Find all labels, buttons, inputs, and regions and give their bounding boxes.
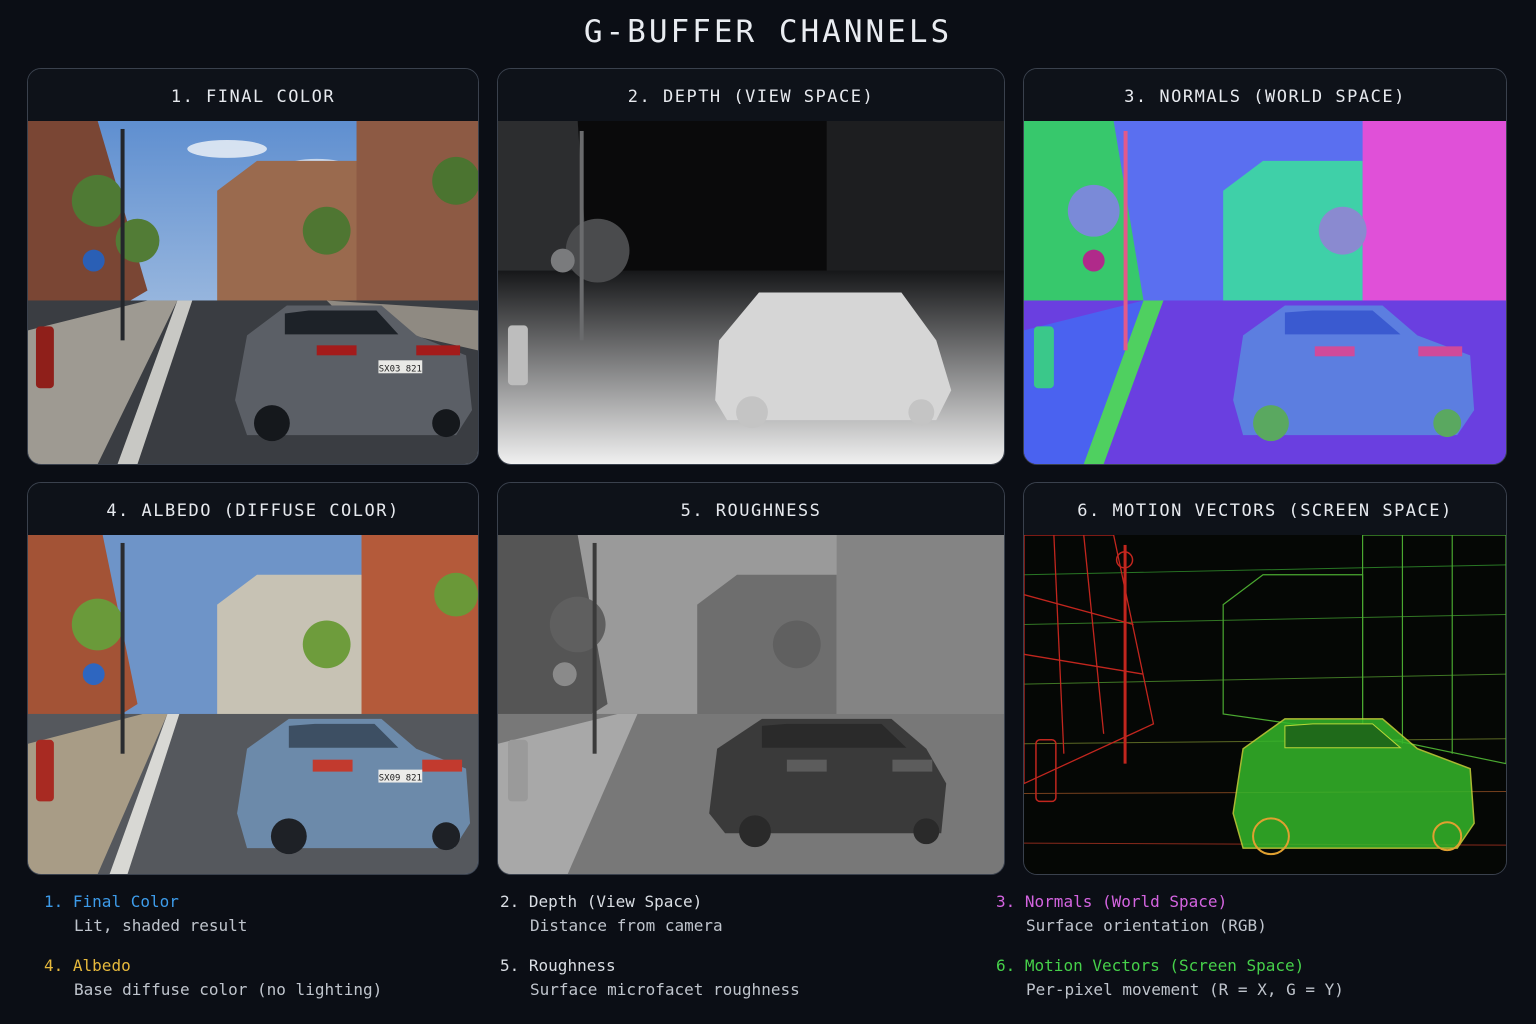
page-title: G-BUFFER CHANNELS [583,14,953,50]
final-color-plate: SX03 821 [379,364,422,374]
panel-depth: 2. DEPTH (VIEW SPACE) [497,68,1005,465]
panel-motion-vectors: 6. MOTION VECTORS (SCREEN SPACE) [1023,482,1507,875]
final-color-render: SX03 821 [28,121,478,464]
legend-name: Normals (World Space) [1024,892,1228,911]
legend-item-depth: 2. Depth (View Space) Distance from came… [500,890,723,938]
albedo-render: SX09 821 [28,535,478,874]
legend-number: 3. [996,892,1016,911]
albedo-plate: SX09 821 [379,774,422,784]
panel-header-roughness: 5. ROUGHNESS [498,483,1004,536]
legend-desc: Distance from camera [530,916,723,935]
panel-final-color: 1. FINAL COLOR SX03 821 [27,68,479,465]
legend-number: 2. [500,892,520,911]
legend-item-final-color: 1. Final Color Lit, shaded result [44,890,247,938]
panel-header-final-color: 1. FINAL COLOR [28,69,478,122]
panel-albedo: 4. ALBEDO (DIFFUSE COLOR) SX09 821 [27,482,479,875]
legend-name: Final Color [72,892,179,911]
legend-desc: Lit, shaded result [74,916,248,935]
legend-item-roughness: 5. Roughness Surface microfacet roughnes… [500,954,800,1002]
normals-render [1024,121,1506,464]
legend-title-motion-vectors: 6. Motion Vectors (Screen Space) [996,954,1344,978]
legend-desc: Surface orientation (RGB) [1026,916,1267,935]
legend-number: 4. [44,956,64,975]
panel-normals: 3. NORMALS (WORLD SPACE) [1023,68,1507,465]
legend-name: Motion Vectors (Screen Space) [1024,956,1305,975]
panel-header-motion-vectors: 6. MOTION VECTORS (SCREEN SPACE) [1024,483,1506,536]
panel-header-depth: 2. DEPTH (VIEW SPACE) [498,69,1004,122]
motion-vectors-render [1024,535,1506,874]
legend-title-depth: 2. Depth (View Space) [500,890,723,914]
panel-header-albedo: 4. ALBEDO (DIFFUSE COLOR) [28,483,478,536]
legend-title-albedo: 4. Albedo [44,954,382,978]
legend-name: Depth (View Space) [528,892,703,911]
legend-title-roughness: 5. Roughness [500,954,800,978]
panel-roughness: 5. ROUGHNESS [497,482,1005,875]
legend-title-final-color: 1. Final Color [44,890,247,914]
legend-item-albedo: 4. Albedo Base diffuse color (no lightin… [44,954,382,1002]
legend-name: Roughness [528,956,616,975]
legend-number: 5. [500,956,520,975]
legend-desc: Base diffuse color (no lighting) [74,980,383,999]
legend-title-normals: 3. Normals (World Space) [996,890,1267,914]
legend-desc: Per-pixel movement (R = X, G = Y) [1026,980,1344,999]
legend-number: 6. [996,956,1016,975]
legend-number: 1. [44,892,64,911]
depth-render [498,121,1004,464]
legend-name: Albedo [72,956,131,975]
legend-desc: Surface microfacet roughness [530,980,800,999]
roughness-render [498,535,1004,874]
legend-item-motion-vectors: 6. Motion Vectors (Screen Space) Per-pix… [996,954,1344,1002]
legend-item-normals: 3. Normals (World Space) Surface orienta… [996,890,1267,938]
panel-header-normals: 3. NORMALS (WORLD SPACE) [1024,69,1506,122]
